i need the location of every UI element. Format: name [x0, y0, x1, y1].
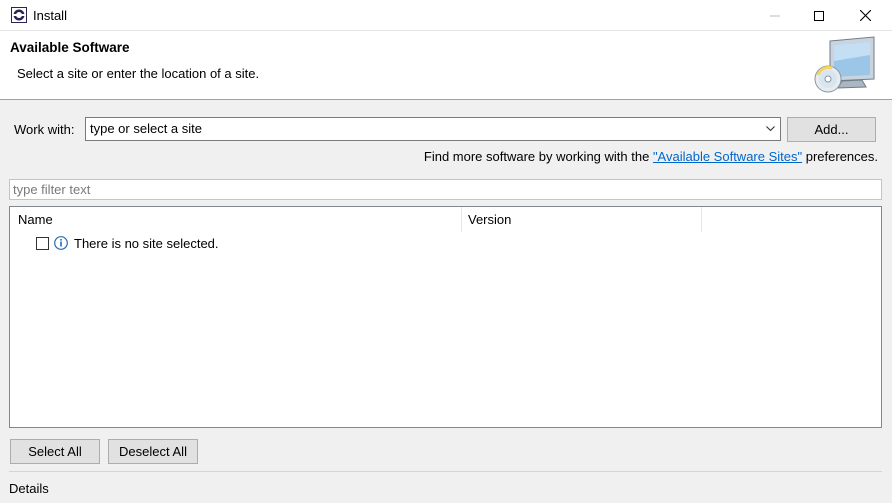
- row-checkbox[interactable]: [36, 236, 49, 250]
- close-button[interactable]: [842, 0, 888, 31]
- details-group: [9, 471, 882, 503]
- column-header-version[interactable]: Version: [462, 207, 702, 232]
- title-bar: Install: [0, 0, 892, 31]
- add-site-button[interactable]: Add...: [787, 117, 876, 142]
- maximize-button[interactable]: [796, 0, 842, 31]
- row-label: There is no site selected.: [74, 235, 219, 251]
- maximize-icon: [814, 10, 824, 21]
- deselect-all-button[interactable]: Deselect All: [108, 439, 198, 464]
- filter-placeholder: type filter text: [13, 182, 91, 197]
- page-title: Available Software: [10, 40, 130, 55]
- close-icon: [859, 10, 871, 21]
- find-more-prefix: Find more software by working with the: [423, 149, 653, 164]
- install-monitor-cd-icon: [814, 36, 875, 93]
- work-with-value: type or select a site: [90, 121, 202, 136]
- details-label: Details: [9, 481, 51, 496]
- software-tree-table[interactable]: Name Version There is no site selected.: [9, 206, 882, 428]
- minimize-button[interactable]: [752, 0, 798, 31]
- window-title: Install: [33, 8, 67, 23]
- find-more-text: Find more software by working with the "…: [424, 149, 878, 164]
- page-description: Select a site or enter the location of a…: [17, 66, 260, 81]
- info-icon: [54, 236, 68, 250]
- minimize-icon: [770, 15, 780, 16]
- select-all-button[interactable]: Select All: [10, 439, 100, 464]
- work-with-combo[interactable]: type or select a site: [85, 117, 781, 141]
- work-with-label: Work with:: [14, 122, 75, 137]
- chevron-down-icon[interactable]: [766, 126, 775, 132]
- eclipse-app-icon: [11, 7, 27, 23]
- find-more-suffix: preferences.: [802, 149, 878, 164]
- available-software-sites-link[interactable]: "Available Software Sites": [653, 149, 802, 164]
- filter-input[interactable]: type filter text: [9, 179, 882, 200]
- table-row[interactable]: There is no site selected.: [36, 234, 219, 252]
- column-header-name[interactable]: Name: [10, 207, 462, 232]
- wizard-banner: Available Software Select a site or ente…: [0, 31, 892, 100]
